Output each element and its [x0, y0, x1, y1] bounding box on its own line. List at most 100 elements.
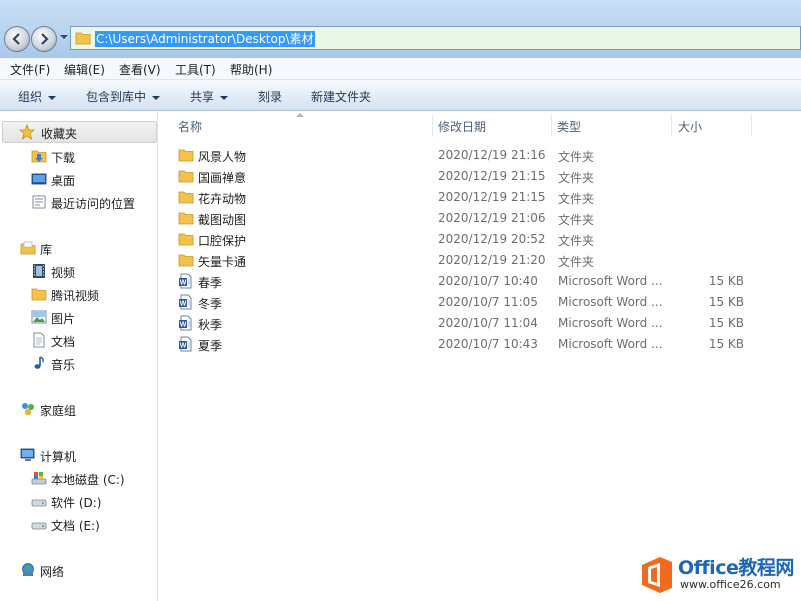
picture-icon [31, 310, 47, 324]
folder-icon [31, 288, 47, 301]
file-modified-date: 2020/12/19 21:20 [438, 253, 546, 267]
file-row[interactable]: W 春季 2020/10/7 10:40 Microsoft Word ... 15 K… [172, 271, 752, 292]
forward-button[interactable] [31, 26, 57, 52]
column-header-type[interactable]: 类型 [552, 112, 670, 138]
file-name: 截图动图 [198, 213, 247, 227]
file-modified-date: 2020/12/19 21:06 [438, 211, 546, 225]
column-header-label: 名称 [178, 120, 203, 134]
sidebar-item-label: 视频 [51, 266, 76, 280]
menu-help[interactable]: 帮助(H) [230, 61, 272, 78]
library-icon [20, 241, 36, 255]
sidebar-item-label: 下载 [51, 151, 76, 165]
sidebar-libraries-label: 库 [40, 243, 53, 257]
folder-icon [178, 254, 194, 267]
sidebar-item-label: 腾讯视频 [51, 289, 100, 303]
network-icon [22, 563, 34, 576]
back-button[interactable] [4, 26, 30, 52]
file-type: Microsoft Word ... [558, 295, 663, 309]
svg-text:W: W [180, 322, 187, 329]
column-divider[interactable] [751, 114, 752, 136]
file-modified-date: 2020/10/7 11:05 [438, 295, 538, 309]
file-name: 夏季 [198, 339, 223, 353]
column-header-label: 大小 [678, 120, 703, 134]
menu-edit[interactable]: 编辑(E) [64, 61, 105, 78]
file-row[interactable]: W 秋季 2020/10/7 11:04 Microsoft Word ... 15 K… [172, 313, 752, 334]
file-type: 文件夹 [558, 150, 595, 164]
file-name: 秋季 [198, 318, 223, 332]
column-header-size[interactable]: 大小 [672, 112, 752, 138]
computer-icon [20, 448, 35, 461]
folder-row[interactable]: 口腔保护 2020/12/19 20:52 文件夹 [172, 229, 752, 250]
sidebar-favorites[interactable]: 收藏夹 [2, 121, 157, 143]
column-header-name[interactable]: 名称 [172, 112, 432, 138]
file-modified-date: 2020/12/19 21:15 [438, 169, 546, 183]
recent-places-icon [32, 195, 46, 209]
chevron-down-icon [48, 95, 57, 100]
file-name: 国画禅意 [198, 171, 247, 185]
sidebar-favorites-label: 收藏夹 [41, 127, 78, 141]
svg-text:W: W [180, 343, 187, 350]
hard-drive-icon [31, 499, 47, 507]
file-modified-date: 2020/10/7 10:43 [438, 337, 538, 351]
file-modified-date: 2020/10/7 11:04 [438, 316, 538, 330]
file-type: Microsoft Word ... [558, 337, 663, 351]
sidebar-item-label: 图片 [51, 312, 76, 326]
sidebar-item-label: 最近访问的位置 [51, 197, 136, 211]
share-button[interactable]: 共享 [190, 88, 229, 105]
recent-pages-dropdown[interactable] [60, 35, 68, 39]
organize-button[interactable]: 组织 [18, 88, 57, 105]
folder-icon [178, 191, 194, 204]
svg-text:W: W [180, 301, 187, 308]
office-logo-icon [642, 557, 672, 593]
star-icon [19, 124, 35, 140]
file-modified-date: 2020/12/19 20:52 [438, 232, 546, 246]
chevron-down-icon [152, 95, 161, 100]
file-name: 矢量卡通 [198, 255, 247, 269]
sidebar-computer-label: 计算机 [40, 450, 77, 464]
file-size: 15 KB [708, 316, 744, 330]
file-type: Microsoft Word ... [558, 316, 663, 330]
downloads-folder-icon [31, 150, 47, 163]
folder-row[interactable]: 风景人物 2020/12/19 21:16 文件夹 [172, 145, 752, 166]
hard-drive-icon [31, 522, 47, 530]
column-header-modified[interactable]: 修改日期 [433, 112, 551, 138]
burn-button[interactable]: 刻录 [258, 88, 282, 105]
address-bar[interactable]: C:\Users\Administrator\Desktop\素材 [70, 26, 801, 50]
menu-tools[interactable]: 工具(T) [175, 61, 216, 78]
file-name: 花卉动物 [198, 192, 247, 206]
folder-icon [178, 212, 194, 225]
share-label: 共享 [190, 90, 215, 104]
command-toolbar: 组织 包含到库中 共享 刻录 新建文件夹 [0, 80, 801, 111]
folder-row[interactable]: 矢量卡通 2020/12/19 21:20 文件夹 [172, 250, 752, 271]
address-path[interactable]: C:\Users\Administrator\Desktop\素材 [95, 31, 315, 47]
file-modified-date: 2020/12/19 21:16 [438, 148, 546, 162]
file-modified-date: 2020/12/19 21:15 [438, 190, 546, 204]
back-arrow-icon [12, 33, 20, 45]
word-document-icon: W [179, 336, 192, 352]
file-row[interactable]: W 冬季 2020/10/7 11:05 Microsoft Word ... 15 K… [172, 292, 752, 313]
folder-icon [178, 233, 194, 246]
forward-arrow-icon [41, 33, 49, 45]
include-in-library-button[interactable]: 包含到库中 [86, 88, 161, 105]
folder-row[interactable]: 国画禅意 2020/12/19 21:15 文件夹 [172, 166, 752, 187]
folder-row[interactable]: 花卉动物 2020/12/19 21:15 文件夹 [172, 187, 752, 208]
folder-icon [75, 32, 91, 45]
folder-row[interactable]: 截图动图 2020/12/19 21:06 文件夹 [172, 208, 752, 229]
menu-bar: 文件(F) 编辑(E) 查看(V) 工具(T) 帮助(H) [0, 58, 801, 80]
folder-icon [178, 170, 194, 183]
menu-view[interactable]: 查看(V) [119, 61, 161, 78]
sidebar-item-label: 桌面 [51, 174, 76, 188]
word-document-icon: W [179, 315, 192, 331]
word-document-icon: W [179, 273, 192, 289]
file-type: Microsoft Word ... [558, 274, 663, 288]
sidebar-item-label: 本地磁盘 (C:) [51, 473, 125, 487]
menu-file[interactable]: 文件(F) [10, 61, 50, 78]
organize-label: 组织 [18, 90, 43, 104]
watermark-url: www.office26.com [680, 578, 781, 591]
chevron-down-icon [220, 95, 229, 100]
system-drive-icon [31, 472, 47, 485]
new-folder-button[interactable]: 新建文件夹 [311, 88, 371, 105]
desktop-icon [31, 173, 47, 185]
file-name: 风景人物 [198, 150, 247, 164]
file-row[interactable]: W 夏季 2020/10/7 10:43 Microsoft Word ... 15 K… [172, 334, 752, 355]
